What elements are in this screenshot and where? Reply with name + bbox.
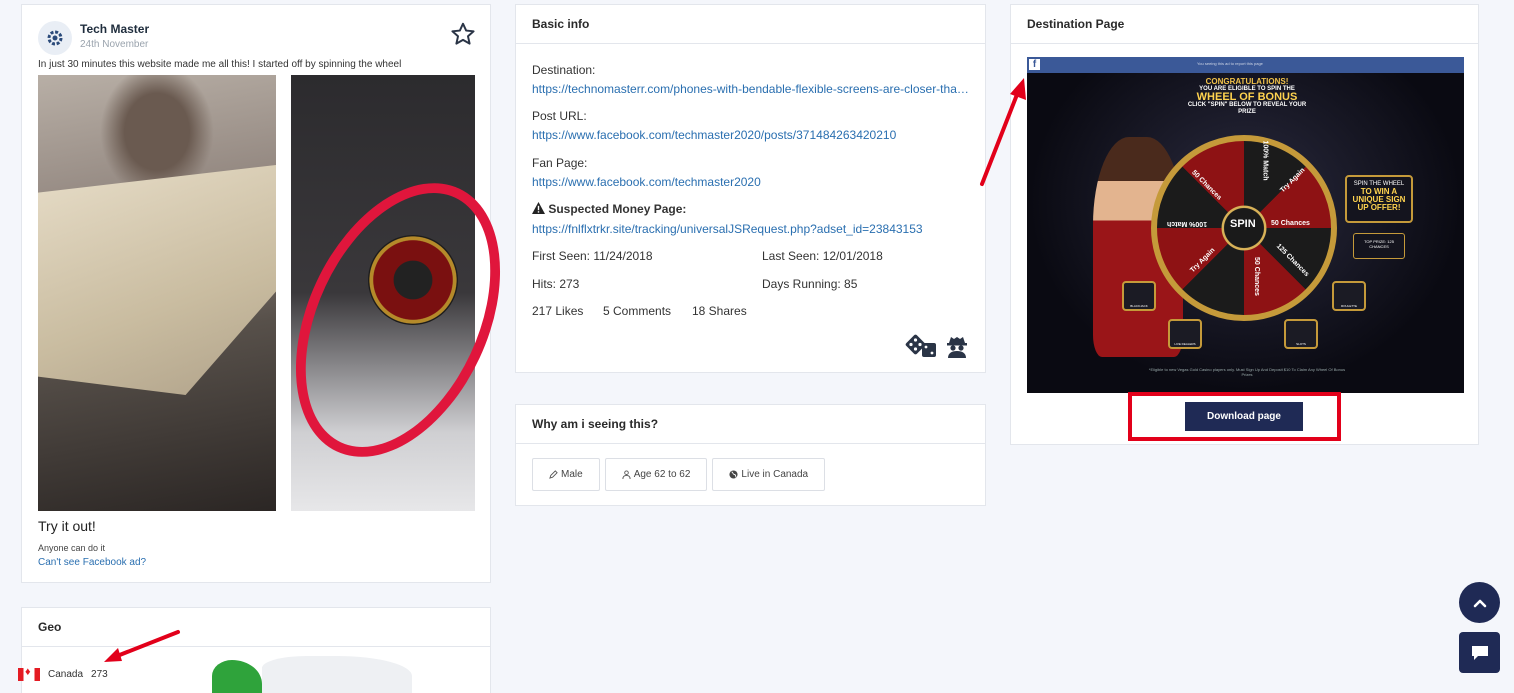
- red-arrow-geo: [104, 630, 180, 662]
- promo-box: SPIN THE WHEEL TO WIN A UNIQUE SIGN UP O…: [1345, 175, 1413, 223]
- geo-map-land: [262, 656, 412, 693]
- top-prize-box: TOP PRIZE: 125 CHANCES: [1353, 233, 1405, 259]
- fan-page-label: Fan Page:: [532, 156, 588, 170]
- shares-count: 18 Shares: [692, 304, 747, 318]
- geo-country-count: 273: [91, 669, 108, 680]
- ad-cta-title: Try it out!: [38, 518, 96, 534]
- destination-label: Destination:: [532, 63, 596, 77]
- destination-page-title: Destination Page: [1011, 5, 1478, 44]
- why-seeing-card: Why am i seeing this? Male Age 62 to 62 …: [515, 404, 986, 506]
- wheel-label-7: 100% Match: [1167, 220, 1208, 227]
- warning-icon: [532, 202, 545, 214]
- age-chip[interactable]: Age 62 to 62: [604, 458, 708, 491]
- fan-page-url[interactable]: https://www.facebook.com/techmaster2020: [532, 175, 972, 189]
- roulette-button: ROULETTE: [1332, 281, 1366, 311]
- post-url-label: Post URL:: [532, 109, 587, 123]
- live-dealers-button: LIVE DEALERS: [1168, 319, 1202, 349]
- last-seen: Last Seen: 12/01/2018: [762, 249, 883, 263]
- targeting-chips: Male Age 62 to 62 Live in Canada: [532, 458, 826, 491]
- casino-headline-sub: CLICK "SPIN" BELOW TO REVEAL YOUR PRIZE: [1187, 102, 1307, 115]
- pencil-icon: [549, 470, 558, 479]
- comments-count: 5 Comments: [603, 304, 672, 318]
- geo-country-row: Canada 273: [18, 666, 108, 681]
- post-url[interactable]: https://www.facebook.com/techmaster2020/…: [532, 128, 972, 142]
- ad-body-text: In just 30 minutes this website made me …: [38, 59, 402, 70]
- destination-url[interactable]: https://technomasterr.com/phones-with-be…: [532, 82, 972, 96]
- canada-flag-icon: [18, 666, 40, 681]
- geo-title: Geo: [22, 608, 490, 647]
- globe-icon: [729, 470, 738, 479]
- gender-chip-label: Male: [561, 469, 583, 480]
- promo-main: TO WIN A UNIQUE SIGN UP OFFER!: [1352, 187, 1406, 212]
- settings-icon: [47, 30, 63, 46]
- page-name[interactable]: Tech Master: [80, 22, 149, 36]
- casino-headline: CONGRATULATIONS! YOU ARE ELIGIBLE TO SPI…: [1187, 77, 1307, 116]
- scroll-top-button[interactable]: [1459, 582, 1500, 623]
- user-icon: [622, 470, 631, 479]
- money-page-url[interactable]: https://fnlflxtrkr.site/tracking/univers…: [532, 222, 972, 236]
- destination-screenshot[interactable]: f You seeing this ad to report this page…: [1027, 57, 1464, 393]
- ad-header: Tech Master 24th November: [38, 17, 478, 57]
- blackjack-button: BLACKJACK: [1122, 281, 1156, 311]
- wheel-label-1: 100% Match: [1261, 140, 1269, 181]
- wheel-label-5: 50 Chances: [1252, 257, 1260, 296]
- casino-headline-big: WHEEL OF BONUS: [1196, 91, 1298, 103]
- chat-button[interactable]: [1459, 632, 1500, 673]
- geo-country-name: Canada: [48, 669, 84, 680]
- ad-cta-subtitle: Anyone can do it: [38, 543, 106, 553]
- basic-info-card: Basic info Destination: https://technoma…: [515, 4, 986, 373]
- download-page-button[interactable]: Download page: [1185, 402, 1303, 431]
- dice-icon[interactable]: [905, 334, 939, 358]
- basic-info-title: Basic info: [516, 5, 985, 44]
- first-seen: First Seen: 11/24/2018: [532, 249, 653, 263]
- star-icon[interactable]: [450, 21, 476, 47]
- ad-image[interactable]: [38, 75, 541, 511]
- spy-icon[interactable]: [945, 334, 969, 358]
- facebook-bar: f You seeing this ad to report this page: [1027, 57, 1464, 73]
- days-running: Days Running: 85: [762, 277, 858, 291]
- cant-see-ad-link[interactable]: Can't see Facebook ad?: [38, 557, 146, 568]
- chevron-up-icon: [1473, 599, 1486, 607]
- slots-button: SLOTS: [1284, 319, 1318, 349]
- basic-info-tools: [905, 334, 969, 358]
- money-page-label-row: Suspected Money Page:: [532, 202, 686, 216]
- facebook-icon: f: [1029, 59, 1040, 70]
- ad-card: Tech Master 24th November In just 30 min…: [21, 4, 541, 583]
- money-page-label: Suspected Money Page:: [548, 202, 687, 216]
- red-arrow-destination: [980, 78, 1026, 186]
- likes-count: 217 Likes: [532, 304, 584, 318]
- hits: Hits: 273: [532, 277, 580, 291]
- chat-icon: [1471, 645, 1488, 660]
- location-chip[interactable]: Live in Canada: [712, 458, 826, 491]
- age-chip-label: Age 62 to 62: [633, 469, 691, 480]
- casino-fine-print: *Eligible to new Vegas Gold Casino playe…: [1148, 367, 1346, 377]
- location-chip-label: Live in Canada: [741, 469, 809, 480]
- wheel-label-3: 50 Chances: [1271, 220, 1310, 227]
- destination-page-card: Destination Page f You seeing this ad to…: [1010, 4, 1479, 445]
- gender-chip[interactable]: Male: [532, 458, 600, 491]
- casino-headline-top: CONGRATULATIONS!: [1205, 77, 1289, 86]
- facebook-bar-note: You seeing this ad to report this page: [1197, 61, 1263, 66]
- page-avatar[interactable]: [38, 21, 72, 55]
- wheel-spin-label: SPIN: [1230, 218, 1256, 230]
- post-date: 24th November: [80, 39, 149, 50]
- why-seeing-title: Why am i seeing this?: [516, 405, 985, 444]
